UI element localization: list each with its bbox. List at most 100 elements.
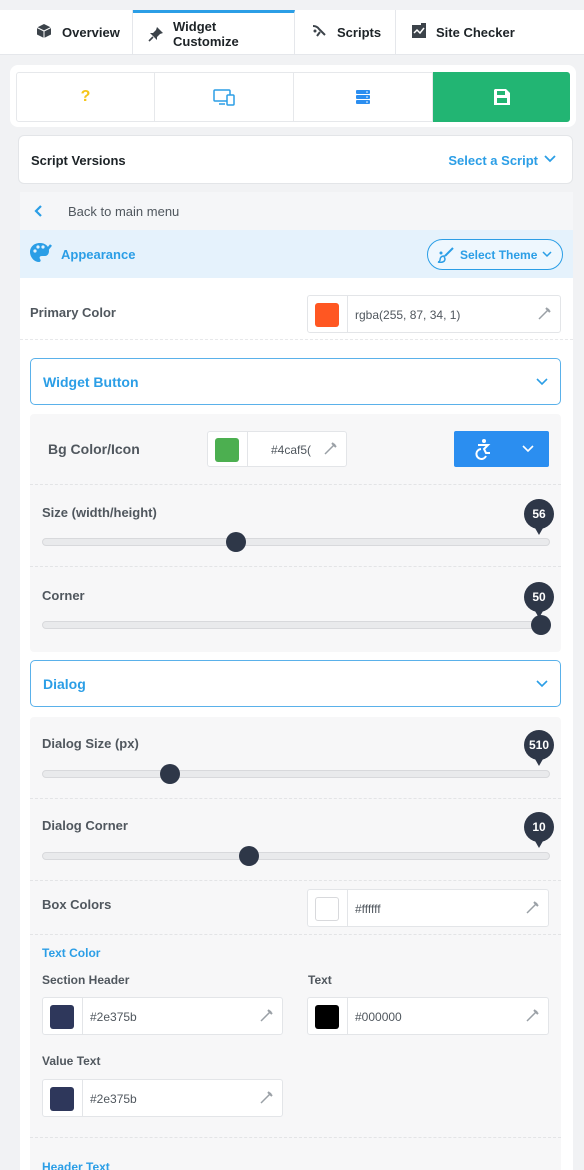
box-colors-field[interactable]: #ffffff [307,889,549,927]
back-label: Back to main menu [68,204,180,219]
size-row: Size (width/height) 56 [30,485,561,567]
value-text-color-field[interactable]: #2e375b [42,1079,283,1117]
section-header-label: Section Header [42,973,130,987]
primary-color-field[interactable]: rgba(255, 87, 34, 1) [307,295,561,333]
main-tabs: Overview Widget Customize Scripts Site C… [0,10,584,55]
eyedropper-icon[interactable] [525,1009,539,1023]
value-text-value: #2e375b [90,1092,137,1106]
server-button[interactable] [294,72,433,122]
save-button[interactable] [433,72,570,122]
corner-value-tooltip: 50 [524,582,554,618]
primary-color-row: Primary Color rgba(255, 87, 34, 1) [20,278,573,340]
box-colors-value: #ffffff [355,902,381,916]
checker-icon [412,23,426,38]
color-swatch[interactable] [315,1005,339,1029]
question-icon: ? [80,88,91,105]
text-color-field[interactable]: #000000 [307,997,549,1035]
dialog-corner-slider[interactable] [42,846,550,866]
tab-scripts[interactable]: Scripts [295,10,396,54]
script-versions-bar: Script Versions Select a Script [18,135,573,184]
accessibility-icon [475,439,491,460]
tab-widget-customize-label: Widget Customize [173,18,239,49]
tab-overview[interactable]: Overview [0,10,133,54]
corner-slider-thumb[interactable] [530,615,551,635]
action-bar: ? [10,65,576,127]
select-theme-button[interactable]: Select Theme [427,239,563,270]
dialog-title: Dialog [43,676,86,692]
box-colors-label: Box Colors [42,897,112,912]
chevron-down-icon [544,155,556,163]
dialog-size-row: Dialog Size (px) 510 [30,717,561,799]
color-swatch[interactable] [315,303,339,327]
bg-color-value: #4caf5( [271,443,312,457]
chevron-down-icon [542,251,552,258]
color-swatch[interactable] [215,438,239,462]
bg-color-field[interactable]: #4caf5( [207,431,347,467]
field-divider [347,998,348,1034]
back-to-main-menu[interactable]: Back to main menu [20,192,573,230]
palette-icon [30,243,52,262]
eyedropper-icon[interactable] [259,1009,273,1023]
section-header-value: #2e375b [90,1010,137,1024]
appearance-label: Appearance [61,247,136,262]
header-text-title: Header Text [42,1160,110,1170]
primary-color-label: Primary Color [30,305,116,320]
color-swatch[interactable] [315,897,339,921]
dialog-corner-tooltip: 10 [524,812,554,848]
value-text-label: Value Text [42,1054,101,1068]
chevron-down-icon [522,445,534,453]
tab-overview-label: Overview [62,24,120,40]
appearance-header: Appearance Select Theme [20,230,573,278]
widget-button-accordion[interactable]: Widget Button [30,358,561,405]
script-versions-label: Script Versions [31,153,126,168]
tab-site-checker-label: Site Checker [436,24,515,40]
tab-scripts-label: Scripts [337,24,382,40]
corner-slider[interactable] [42,615,551,635]
text-label: Text [308,973,332,987]
text-color-title: Text Color [42,946,101,960]
field-divider [247,432,248,466]
eyedropper-icon[interactable] [525,901,539,915]
size-value-tooltip: 56 [524,499,554,535]
save-icon [493,89,510,105]
dialog-size-tooltip: 510 [524,730,554,766]
chevron-down-icon [536,378,548,386]
box-colors-row: Box Colors #ffffff [30,881,561,935]
select-script-dropdown[interactable]: Select a Script [448,153,538,168]
dialog-size-slider-thumb[interactable] [160,764,180,784]
dialog-accordion[interactable]: Dialog [30,660,561,707]
dialog-corner-slider-thumb[interactable] [238,846,259,866]
eyedropper-icon[interactable] [537,307,551,321]
corner-label: Corner [42,588,85,603]
primary-color-value: rgba(255, 87, 34, 1) [355,308,461,322]
preview-button[interactable] [155,72,294,122]
size-label: Size (width/height) [42,505,157,520]
pin-icon [148,27,163,42]
bg-color-icon-row: Bg Color/Icon #4caf5( [30,414,561,485]
server-icon [356,90,370,104]
dialog-corner-row: Dialog Corner 10 [30,799,561,881]
tab-widget-customize[interactable]: Widget Customize [133,10,295,54]
color-swatch[interactable] [50,1005,74,1029]
section-header-color-field[interactable]: #2e375b [42,997,283,1035]
eyedropper-icon[interactable] [323,442,337,456]
size-slider-thumb[interactable] [226,532,247,552]
widget-button-title: Widget Button [43,374,139,390]
chevron-down-icon [536,680,548,688]
widget-icon-select[interactable] [454,431,549,467]
color-swatch[interactable] [50,1087,74,1111]
devices-icon [213,89,235,106]
widget-button-panel: Bg Color/Icon #4caf5( Size (width/height… [30,414,561,652]
brush-icon [437,247,454,263]
eyedropper-icon[interactable] [259,1091,273,1105]
bg-color-icon-label: Bg Color/Icon [48,441,140,457]
field-divider [82,1080,83,1116]
size-slider[interactable] [42,532,550,552]
help-button[interactable]: ? [16,72,155,122]
tab-site-checker[interactable]: Site Checker [396,10,531,54]
dialog-size-slider[interactable] [42,764,550,784]
script-icon [312,25,326,37]
customize-panel: Back to main menu Appearance Select Them… [20,192,573,1170]
text-color-value: #000000 [355,1010,402,1024]
dialog-size-label: Dialog Size (px) [42,736,139,751]
